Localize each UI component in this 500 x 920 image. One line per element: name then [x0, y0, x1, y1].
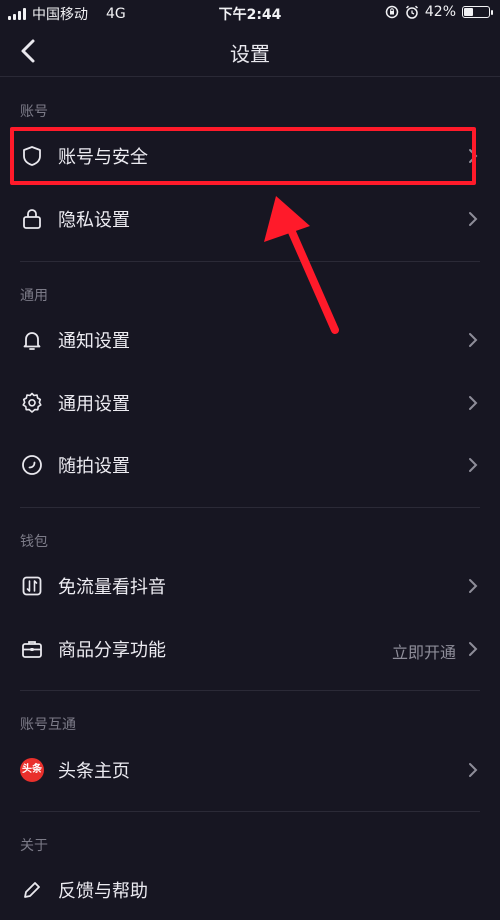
annotation-arrow	[264, 196, 339, 334]
